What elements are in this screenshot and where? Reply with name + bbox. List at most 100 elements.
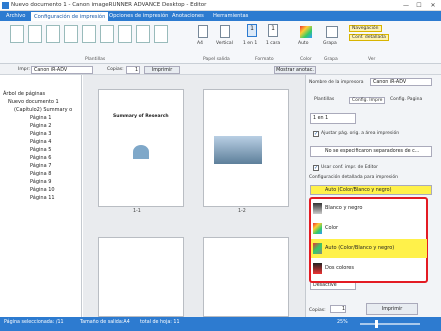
color-mode[interactable]: Auto [298, 41, 308, 46]
show-annotations-button[interactable]: Mostrar anotac. [274, 65, 316, 74]
tab-annotations[interactable]: Anotaciones [169, 11, 207, 21]
tab-print-options[interactable]: Opciones de impresión [106, 11, 171, 21]
orientation-icon [220, 25, 230, 38]
tree-page-5[interactable]: Página 5 [30, 147, 51, 153]
ribbon-tabs: Archivo Configuración de impresión Opcio… [0, 11, 441, 21]
view-navigation-toggle[interactable]: Navegación [349, 25, 382, 32]
tree-chapter[interactable]: (Capítulo2) Summary o [14, 107, 72, 113]
tab-print-config[interactable]: Config. Impre [349, 97, 386, 104]
zoom-slider-thumb[interactable] [375, 320, 378, 328]
template-thumb-7[interactable] [118, 25, 132, 43]
option-color[interactable]: Color [311, 219, 427, 238]
paper-size-icon [198, 25, 208, 38]
page-tree-pane: Árbol de páginas Nuevo documento 1 (Capí… [0, 75, 82, 317]
preview-page-1[interactable]: Summary of Research [98, 89, 184, 207]
tree-page-8[interactable]: Página 8 [30, 171, 51, 177]
template-thumb-6[interactable] [100, 25, 114, 43]
page-label-1-1: 1-1 [133, 209, 141, 214]
preview-page-4[interactable] [203, 237, 289, 317]
template-thumb-8[interactable] [136, 25, 150, 43]
template-thumb-9[interactable] [154, 25, 168, 43]
group-label-staple: Grapa [324, 57, 338, 62]
option-two-colors[interactable]: Dos colores [311, 259, 427, 278]
orientation[interactable]: Vertical [216, 41, 233, 46]
printer-name-select[interactable]: Canon iR-ADV [370, 78, 432, 86]
separators-select[interactable]: No se especificaron separadores de c... [310, 146, 432, 157]
title-bar: Nuevo documento 1 - Canon imageRUNNER AD… [0, 0, 441, 11]
page1-logo [133, 145, 149, 159]
tree-page-11[interactable]: Página 11 [30, 195, 55, 201]
tree-page-10[interactable]: Página 10 [30, 187, 55, 193]
tab-print-settings[interactable]: Configuración de impresión [30, 11, 110, 21]
copies-input[interactable]: 1 [126, 65, 140, 74]
tree-page-2[interactable]: Página 2 [30, 123, 51, 129]
right-print-button[interactable]: Imprimir [366, 303, 418, 315]
auto-swatch-icon [313, 243, 322, 254]
color-mode-select[interactable]: Auto (Color/Blanco y negro) [310, 185, 432, 195]
tab-templates[interactable]: Plantillas [314, 97, 334, 102]
sides-icon: 1 [268, 24, 278, 37]
printer-name-label: Nombre de la impresora [309, 80, 364, 85]
tree-document[interactable]: Nuevo documento 1 [8, 99, 59, 105]
layout-icon: 1 [247, 24, 257, 37]
group-label-format: Formato [255, 57, 274, 62]
group-label-view: Ver [368, 57, 376, 62]
page-label-1-2: 1-2 [238, 209, 246, 214]
adjust-label: Ajustar pág. orig. a área impresión [321, 131, 400, 136]
print-button[interactable]: Imprimir [144, 65, 180, 74]
minimize-button[interactable]: — [400, 1, 412, 10]
preview-page-2[interactable] [203, 89, 289, 207]
window-title: Nuevo documento 1 - Canon imageRUNNER AD… [11, 2, 207, 8]
copies-label: Copias: [107, 67, 124, 72]
page1-heading: Summary of Research [113, 114, 169, 119]
user-config-checkbox[interactable]: ✓ [313, 165, 319, 171]
group-label-templates: Plantillas [85, 57, 106, 62]
status-output-size: Tamaño de salida:A4 [80, 320, 130, 325]
group-label-paper: Papel salida [203, 57, 230, 62]
printer-label: Impr: [18, 67, 30, 72]
option-auto[interactable]: Auto (Color/Blanco y negro) [311, 239, 427, 258]
group-label-color: Color [300, 57, 312, 62]
close-button[interactable]: ✕ [427, 1, 439, 10]
adjust-checkbox[interactable]: ✓ [313, 131, 319, 137]
tree-page-4[interactable]: Página 4 [30, 139, 51, 145]
maximize-button[interactable]: ☐ [413, 1, 425, 10]
right-copies-input[interactable]: 1 [330, 305, 346, 313]
tree-page-3[interactable]: Página 3 [30, 131, 51, 137]
view-detail-toggle[interactable]: Conf. detallada [349, 34, 389, 41]
preview-page-3[interactable] [98, 237, 184, 317]
quick-print-bar: Impr: Canon iR-ADV Copias: 1 Imprimir Mo… [0, 64, 441, 75]
tree-page-1[interactable]: Página 1 [30, 115, 51, 121]
staple[interactable]: Grapa [323, 41, 337, 46]
tree-page-6[interactable]: Página 6 [30, 155, 51, 161]
option-black-white[interactable]: Blanco y negro [311, 199, 427, 218]
tab-file[interactable]: Archivo [3, 11, 28, 21]
staple-icon [326, 26, 338, 38]
page2-photo [214, 136, 262, 164]
tab-tools[interactable]: Herramientas [210, 11, 251, 21]
user-config-label: Usar conf. impr. de Editor [321, 165, 379, 170]
tree-page-7[interactable]: Página 7 [30, 163, 51, 169]
template-thumb-1[interactable] [10, 25, 24, 43]
template-thumb-2[interactable] [28, 25, 42, 43]
bw-swatch-icon [313, 203, 322, 214]
layout-pages[interactable]: 1 en 1 [243, 41, 257, 46]
color-mode-icon [300, 26, 312, 38]
paper-size[interactable]: A4 [197, 41, 203, 46]
zoom-slider[interactable] [360, 323, 420, 325]
template-thumb-3[interactable] [46, 25, 60, 43]
layout-sides[interactable]: 1 cara [266, 41, 280, 46]
layout-select[interactable]: 1 en 1 [310, 113, 356, 124]
printer-select[interactable]: Canon iR-ADV [31, 65, 93, 74]
tab-page-config[interactable]: Config. Pagina [390, 97, 422, 102]
template-thumb-5[interactable] [82, 25, 96, 43]
preview-area: Summary of Research 1-1 1-2 [83, 75, 305, 317]
color-swatch-icon [313, 223, 322, 234]
detail-label: Configuración detallada para impresión [309, 175, 398, 180]
status-bar: Página seleccionada: /11 Tamaño de salid… [0, 317, 441, 331]
status-selected-page: Página seleccionada: /11 [4, 320, 64, 325]
right-copies-label: Copias: [309, 308, 326, 313]
tree-page-9[interactable]: Página 9 [30, 179, 51, 185]
template-thumb-4[interactable] [64, 25, 78, 43]
status-total-sheets: total de hoja: 11 [140, 320, 180, 325]
